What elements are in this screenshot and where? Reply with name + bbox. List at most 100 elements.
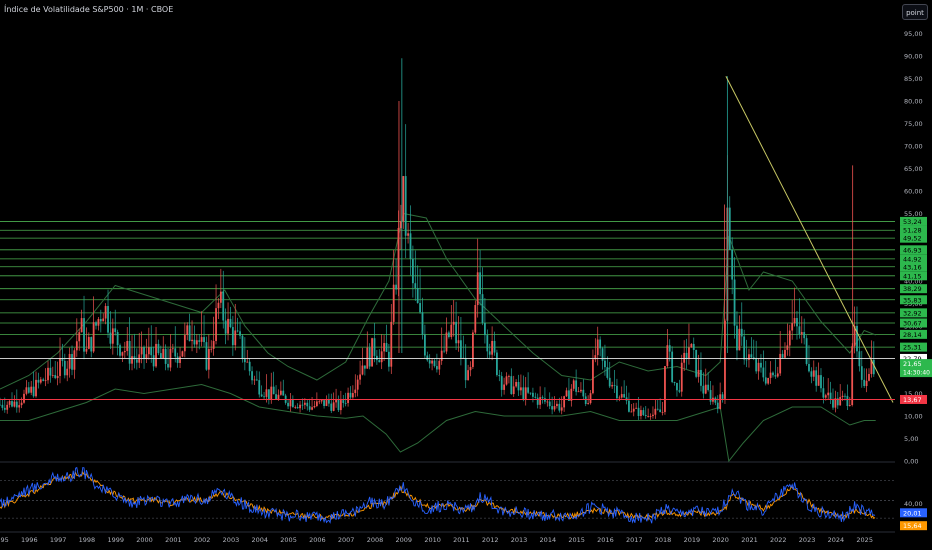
candle-body [90, 337, 93, 352]
candle-body [294, 407, 297, 408]
candle-body [493, 340, 496, 353]
y-tick-label: 5,00 [904, 435, 918, 443]
candle-body [27, 387, 30, 393]
candle-body [35, 379, 37, 397]
candle-body [227, 318, 229, 334]
vix-chart[interactable]: 95,00 90,00 85,00 80,00 75,00 70,00 65,00 60,00… [0, 0, 932, 550]
candle-body [155, 343, 157, 367]
candle-body [320, 400, 323, 402]
candle-body [616, 385, 618, 399]
candle-body [344, 402, 347, 404]
candle-body [500, 376, 503, 390]
candle-body [656, 408, 659, 410]
candle-body [733, 279, 736, 326]
candle-body [431, 360, 433, 364]
candle-body [505, 376, 508, 385]
candle-body [97, 319, 100, 326]
candle-body [210, 348, 213, 350]
candle-body [409, 233, 412, 259]
candle-body [1, 404, 4, 408]
candle-body [577, 391, 580, 393]
x-tick-label: 2008 [367, 536, 384, 544]
candle-body [18, 405, 21, 408]
price-level-label: 53,24 [903, 218, 922, 226]
candle-body [498, 375, 501, 377]
candle-body [654, 408, 657, 415]
candle-body [342, 400, 345, 403]
candle-body [215, 308, 217, 341]
candle-body [311, 407, 313, 410]
candle-body [279, 390, 282, 395]
candle-body [42, 379, 45, 381]
candle-body [354, 389, 357, 394]
candle-body [188, 325, 191, 342]
y-tick-label: 75,00 [904, 120, 923, 128]
y-tick-label: 95,00 [904, 30, 923, 38]
x-tick-label: 2017 [626, 536, 643, 544]
candle-body [740, 328, 743, 337]
y-tick-label: 55,00 [904, 210, 923, 218]
y-tick-label: 85,00 [904, 75, 923, 83]
candle-body [414, 283, 417, 289]
candle-body [383, 343, 385, 352]
candle-body [203, 337, 205, 343]
candle-body [798, 326, 801, 335]
candle-body [251, 371, 253, 381]
candle-body [351, 393, 354, 398]
candle-body [580, 389, 582, 392]
candle-body [666, 345, 669, 367]
candle-body [839, 397, 842, 406]
oscillator-tick-label: 40,00 [904, 500, 923, 508]
candle-body [135, 359, 138, 363]
candle-body [678, 390, 681, 392]
candle-body [868, 373, 870, 381]
candle-body [159, 353, 162, 359]
candle-body [486, 335, 489, 352]
candle-body [704, 384, 707, 394]
x-tick-label: 1996 [21, 536, 38, 544]
candle-body [131, 356, 133, 364]
candle-body [553, 406, 556, 410]
candle-body [596, 339, 599, 356]
candle-body [32, 386, 35, 397]
candle-body [200, 337, 203, 342]
candle-body [450, 324, 453, 338]
candle-body [606, 367, 609, 378]
candle-body [183, 335, 186, 352]
candle-body [239, 331, 241, 336]
x-tick-label: 2024 [828, 536, 845, 544]
candle-body [601, 348, 604, 361]
candle-body [503, 384, 506, 390]
candle-body [584, 396, 587, 404]
candle-body [291, 400, 294, 408]
candle-body [520, 387, 522, 391]
candle-body [781, 353, 784, 358]
price-level-label: 28,14 [903, 331, 922, 339]
candle-body [522, 387, 525, 400]
candle-body [263, 396, 265, 398]
candle-body [716, 402, 719, 410]
candle-body [851, 346, 854, 406]
candle-body [448, 332, 450, 338]
candle-body [356, 379, 359, 390]
candle-body [267, 389, 270, 400]
candle-body [551, 406, 554, 410]
x-tick-label: 2016 [597, 536, 614, 544]
candle-body [731, 249, 734, 280]
candle-body [560, 407, 563, 411]
candle-body [673, 381, 676, 384]
candle-body [392, 284, 395, 322]
candle-body [378, 360, 381, 363]
x-tick-label: 2021 [741, 536, 758, 544]
candle-body [359, 374, 361, 380]
unit-button[interactable]: point [902, 4, 928, 20]
candle-body [241, 335, 244, 360]
candle-body [856, 325, 858, 352]
price-level-label: 35,83 [903, 296, 922, 304]
x-tick-label: 2009 [396, 536, 413, 544]
candle-body [327, 399, 330, 404]
candle-body [817, 375, 820, 386]
x-tick-label: 2020 [712, 536, 729, 544]
candle-body [659, 409, 662, 413]
candle-body [575, 380, 578, 392]
